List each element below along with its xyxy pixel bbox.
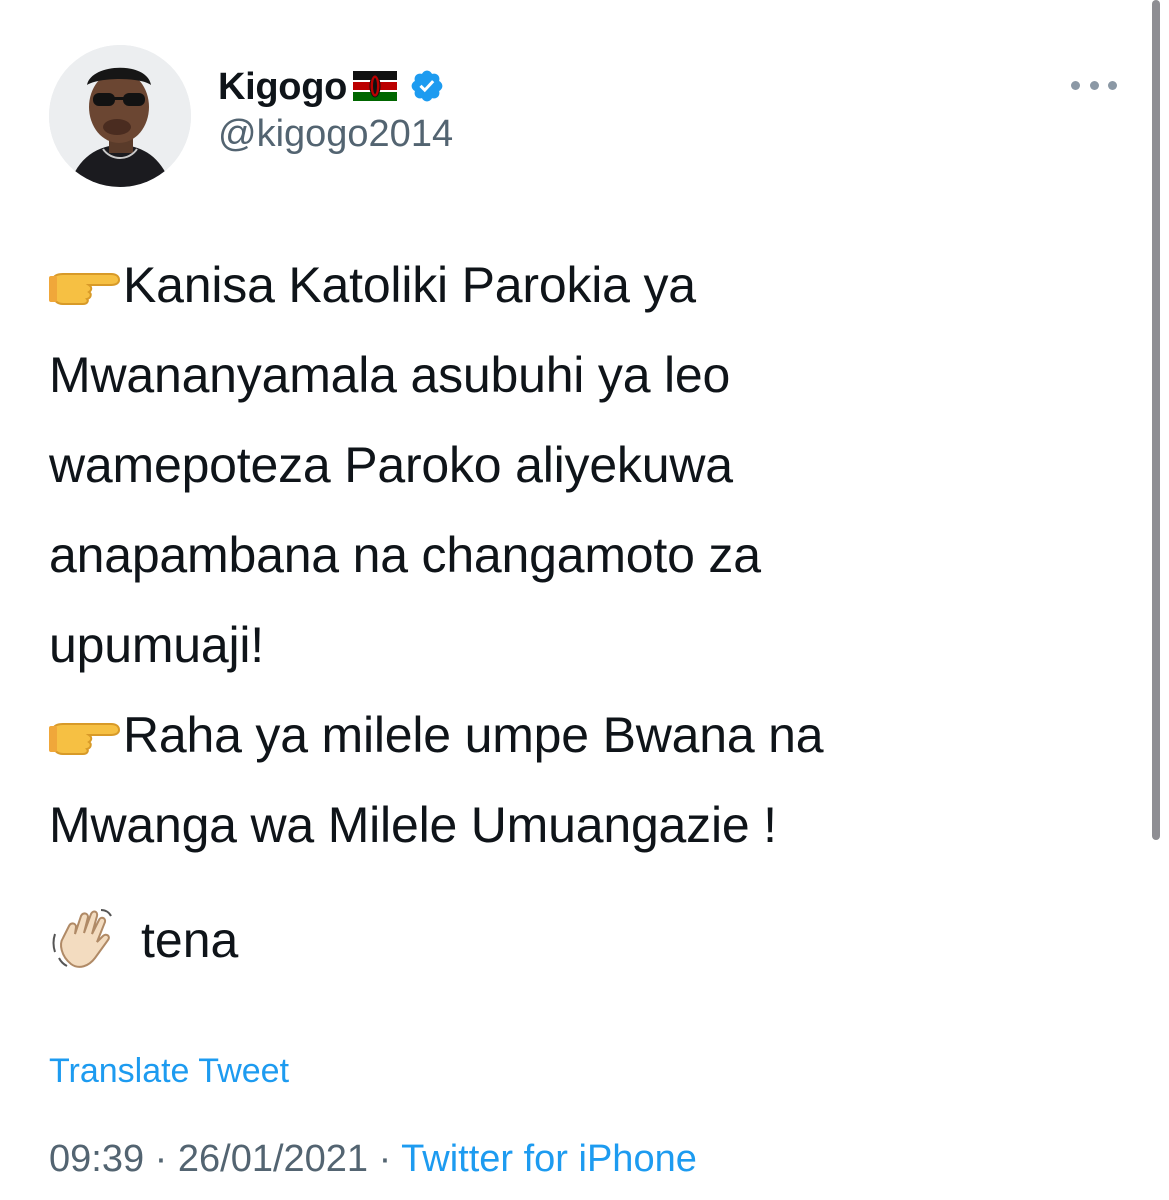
tweet-line-text: Raha ya milele umpe Bwana na bbox=[123, 707, 824, 763]
tweet-metadata: 09:39 · 26/01/2021 · Twitter for iPhone bbox=[49, 1138, 697, 1181]
tweet-closing-text: tena bbox=[141, 912, 239, 968]
pointing-right-icon bbox=[49, 244, 121, 305]
verified-badge-icon bbox=[409, 68, 445, 109]
avatar-image bbox=[49, 45, 191, 187]
meta-separator: · bbox=[154, 1138, 178, 1180]
tweet-line: Raha ya milele umpe Bwana na bbox=[49, 690, 1129, 780]
tweet-line: Mwananyamala asubuhi ya leo bbox=[49, 347, 731, 403]
tweet-closing: tena bbox=[49, 895, 238, 985]
waving-hand-icon bbox=[49, 904, 121, 976]
kenya-flag-icon bbox=[353, 70, 398, 106]
tweet-date[interactable]: 26/01/2021 bbox=[178, 1138, 368, 1180]
author-display-name[interactable]: Kigogo bbox=[218, 66, 347, 109]
tweet-line: wamepoteza Paroko aliyekuwa bbox=[49, 437, 733, 493]
scrollbar[interactable] bbox=[1152, 0, 1160, 840]
translate-tweet-link[interactable]: Translate Tweet bbox=[49, 1052, 289, 1091]
tweet-text: Kanisa Katoliki Parokia ya Mwananyamala … bbox=[49, 240, 1129, 870]
tweet-line: Kanisa Katoliki Parokia ya bbox=[49, 240, 1129, 330]
tweet-line: Mwanga wa Milele Umuangazie ! bbox=[49, 797, 777, 853]
tweet-source-link[interactable]: Twitter for iPhone bbox=[401, 1138, 697, 1180]
pointing-right-icon bbox=[49, 694, 121, 755]
tweet-detail: Kigogo @kigogo2014 Kanisa Katoliki Parok… bbox=[0, 0, 1169, 1200]
tweet-line: upumuaji! bbox=[49, 617, 264, 673]
tweet-time[interactable]: 09:39 bbox=[49, 1138, 144, 1180]
author-handle[interactable]: @kigogo2014 bbox=[218, 113, 453, 156]
author-name-row[interactable]: Kigogo bbox=[218, 63, 445, 111]
avatar[interactable] bbox=[49, 45, 191, 187]
tweet-line: anapambana na changamoto za bbox=[49, 527, 761, 583]
meta-separator: · bbox=[378, 1138, 402, 1180]
tweet-line-text: Kanisa Katoliki Parokia ya bbox=[123, 257, 696, 313]
more-options-icon[interactable] bbox=[1071, 74, 1117, 96]
